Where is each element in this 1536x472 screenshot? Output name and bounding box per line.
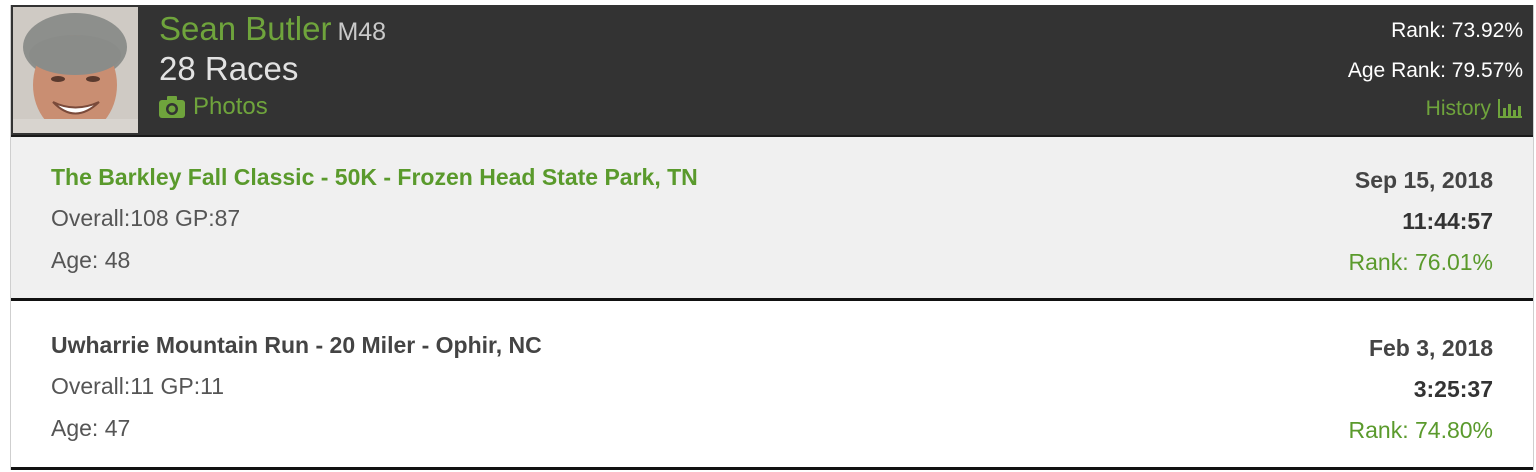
runner-rank-block: Rank: 73.92% Age Rank: 79.57% History [1348, 11, 1523, 127]
race-title-link[interactable]: The Barkley Fall Classic - 50K - Frozen … [51, 164, 698, 191]
camera-icon [159, 96, 185, 118]
history-label: History [1425, 97, 1491, 120]
overall-rank: Rank: 73.92% [1391, 19, 1523, 42]
runner-card: Sean Butler M48 28 Races Photos Rank: 73.… [10, 5, 1534, 470]
runner-age-group: M48 [337, 18, 387, 46]
age-rank: Age Rank: 79.57% [1347, 59, 1523, 82]
race-age: Age: 48 [51, 247, 131, 273]
runner-header: Sean Butler M48 28 Races Photos Rank: 73.… [11, 5, 1533, 137]
photos-link[interactable]: Photos [159, 90, 386, 124]
race-time: 11:44:57 [1402, 208, 1493, 234]
race-count: 28 Races [159, 50, 299, 87]
photos-label: Photos [193, 93, 268, 120]
runner-info: Sean Butler M48 28 Races Photos [159, 9, 386, 124]
bar-chart-icon [1498, 99, 1522, 118]
race-overall-place: Overall:108 GP:87 [51, 205, 241, 231]
race-result-row[interactable]: The Barkley Fall Classic - 50K - Frozen … [11, 137, 1533, 301]
history-link[interactable]: History [1426, 91, 1523, 127]
race-result-row[interactable]: Uwharrie Mountain Run - 20 Miler - Ophir… [11, 301, 1533, 470]
race-age: Age: 47 [51, 415, 131, 441]
race-time: 3:25:37 [1413, 376, 1493, 402]
race-date: Sep 15, 2018 [1354, 167, 1493, 193]
avatar-photo [13, 7, 138, 133]
race-rank: Rank: 74.80% [1348, 417, 1493, 443]
race-title-link[interactable]: Uwharrie Mountain Run - 20 Miler - Ophir… [51, 332, 542, 359]
race-date: Feb 3, 2018 [1368, 335, 1493, 361]
race-overall-place: Overall:11 GP:11 [51, 373, 225, 399]
runner-name[interactable]: Sean Butler [159, 10, 331, 47]
race-rank: Rank: 76.01% [1348, 249, 1493, 275]
avatar[interactable] [13, 7, 138, 133]
